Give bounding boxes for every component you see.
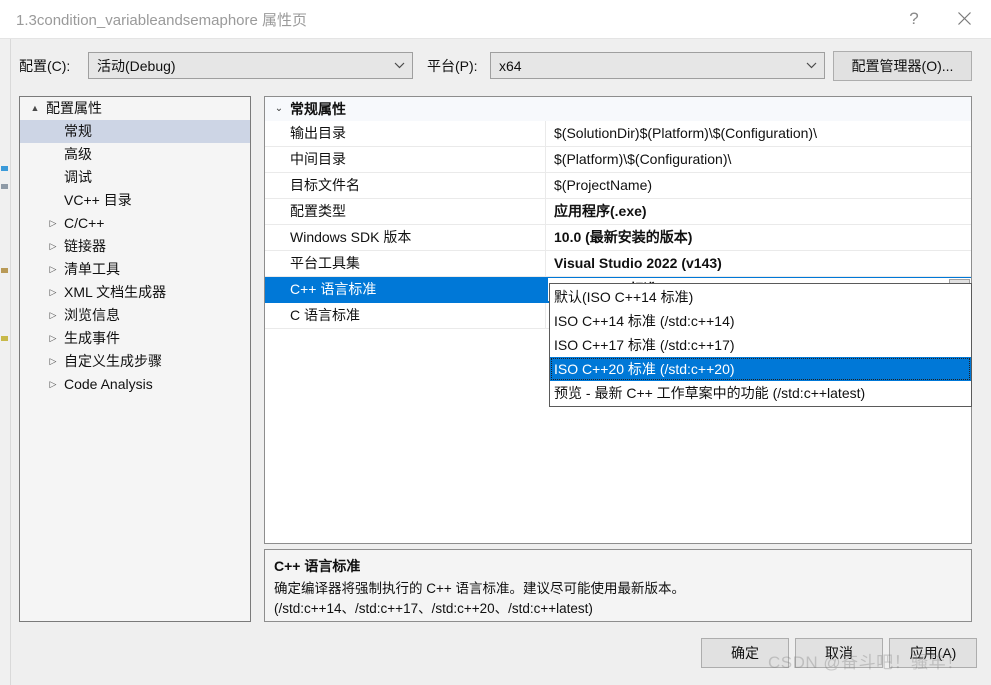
tree-item-12[interactable]: ▷ Code Analysis — [20, 373, 250, 396]
property-row-3[interactable]: 配置类型 应用程序(.exe) — [265, 199, 971, 225]
triangle-collapsed-icon[interactable]: ▷ — [46, 258, 60, 281]
property-value[interactable]: Visual Studio 2022 (v143) — [546, 251, 971, 276]
chevron-down-icon: ⌄ — [274, 103, 284, 114]
property-name: C++ 语言标准 — [265, 277, 546, 302]
editor-edge-artifact — [0, 36, 11, 685]
description-title: C++ 语言标准 — [274, 558, 361, 574]
edge-mark — [1, 336, 8, 341]
property-row-5[interactable]: 平台工具集 Visual Studio 2022 (v143) — [265, 251, 971, 277]
tree-item-4[interactable]: VC++ 目录 — [20, 189, 250, 212]
edge-mark — [1, 184, 8, 189]
ok-button[interactable]: 确定 — [701, 638, 789, 668]
property-row-4[interactable]: Windows SDK 版本 10.0 (最新安装的版本) — [265, 225, 971, 251]
edge-mark — [1, 166, 8, 171]
triangle-collapsed-icon[interactable]: ▷ — [46, 350, 60, 373]
dropdown-option-4[interactable]: 预览 - 最新 C++ 工作草案中的功能 (/std:c++latest) — [550, 381, 971, 405]
property-row-0[interactable]: 输出目录 $(SolutionDir)$(Platform)\$(Configur… — [265, 121, 971, 147]
property-value[interactable]: $(ProjectName) — [546, 173, 971, 198]
property-name: 配置类型 — [265, 199, 546, 224]
configuration-manager-button[interactable]: 配置管理器(O)... — [833, 51, 972, 81]
property-pages-dialog: 1.3condition_variableandsemaphore 属性页 ? … — [0, 0, 991, 685]
chevron-down-icon — [798, 62, 824, 69]
tree-item-9[interactable]: ▷ 浏览信息 — [20, 304, 250, 327]
tree-item-1[interactable]: 常规 — [20, 120, 250, 143]
property-name: 输出目录 — [265, 121, 546, 146]
apply-button[interactable]: 应用(A) — [889, 638, 977, 668]
property-row-2[interactable]: 目标文件名 $(ProjectName) — [265, 173, 971, 199]
tree-item-3[interactable]: 调试 — [20, 166, 250, 189]
platform-combobox[interactable]: x64 — [490, 52, 825, 79]
title-bar: 1.3condition_variableandsemaphore 属性页 ? — [0, 0, 991, 39]
help-button[interactable]: ? — [891, 0, 937, 37]
property-row-1[interactable]: 中间目录 $(Platform)\$(Configuration)\ — [265, 147, 971, 173]
cancel-button[interactable]: 取消 — [795, 638, 883, 668]
triangle-collapsed-icon[interactable]: ▷ — [46, 235, 60, 258]
configuration-bar: 配置(C): 活动(Debug) 平台(P): x64 配置管理器(O)... — [0, 38, 991, 96]
chevron-down-icon — [386, 62, 412, 69]
tree-item-6[interactable]: ▷ 链接器 — [20, 235, 250, 258]
description-body: 确定编译器将强制执行的 C++ 语言标准。建议尽可能使用最新版本。(/std:c… — [274, 581, 686, 616]
property-name: 目标文件名 — [265, 173, 546, 198]
dropdown-option-3[interactable]: ISO C++20 标准 (/std:c++20) — [550, 357, 971, 381]
property-name: Windows SDK 版本 — [265, 225, 546, 250]
property-description-panel: C++ 语言标准 确定编译器将强制执行的 C++ 语言标准。建议尽可能使用最新版… — [264, 549, 972, 622]
close-button[interactable] — [941, 0, 987, 37]
dropdown-option-0[interactable]: 默认(ISO C++14 标准) — [550, 285, 971, 309]
triangle-expanded-icon[interactable]: ▲ — [28, 97, 42, 120]
window-title: 1.3condition_variableandsemaphore 属性页 — [16, 12, 308, 29]
triangle-collapsed-icon[interactable]: ▷ — [46, 304, 60, 327]
configuration-value: 活动(Debug) — [97, 57, 176, 74]
question-mark-icon: ? — [909, 8, 919, 28]
property-name: C 语言标准 — [265, 303, 546, 328]
configuration-properties-tree[interactable]: ▲ 配置属性常规高级调试 VC++ 目录 ▷ C/C++ ▷ 链接器 ▷ 清单工具 ▷ XML 文档… — [19, 96, 251, 622]
property-name: 中间目录 — [265, 147, 546, 172]
property-value[interactable]: 应用程序(.exe) — [546, 199, 971, 224]
triangle-collapsed-icon[interactable]: ▷ — [46, 212, 60, 235]
property-value[interactable]: 10.0 (最新安装的版本) — [546, 225, 971, 250]
tree-item-10[interactable]: ▷ 生成事件 — [20, 327, 250, 350]
platform-label: 平台(P): — [427, 58, 478, 74]
property-value[interactable]: $(Platform)\$(Configuration)\ — [546, 147, 971, 172]
tree-item-label: 调试 — [64, 169, 92, 185]
tree-item-5[interactable]: ▷ C/C++ — [20, 212, 250, 235]
tree-item-2[interactable]: 高级 — [20, 143, 250, 166]
tree-item-label: VC++ 目录 — [64, 192, 132, 208]
triangle-collapsed-icon[interactable]: ▷ — [46, 327, 60, 350]
configuration-label: 配置(C): — [19, 58, 71, 74]
dropdown-option-1[interactable]: ISO C++14 标准 (/std:c++14) — [550, 309, 971, 333]
property-name: 平台工具集 — [265, 251, 546, 276]
property-value[interactable]: $(SolutionDir)$(Platform)\$(Configuratio… — [546, 121, 971, 146]
tree-item-7[interactable]: ▷ 清单工具 — [20, 258, 250, 281]
platform-value: x64 — [499, 57, 522, 74]
close-icon — [957, 12, 971, 25]
tree-item-label: 配置属性 — [46, 100, 102, 116]
tree-item-0[interactable]: ▲ 配置属性 — [20, 97, 250, 120]
edge-mark — [1, 268, 8, 273]
tree-item-label: 高级 — [64, 146, 92, 162]
tree-item-8[interactable]: ▷ XML 文档生成器 — [20, 281, 250, 304]
cpp-language-standard-dropdown-list[interactable]: 默认(ISO C++14 标准) ISO C++14 标准 (/std:c++14… — [549, 283, 972, 407]
category-header-general[interactable]: ⌄ 常规属性 — [265, 97, 971, 121]
configuration-combobox[interactable]: 活动(Debug) — [88, 52, 413, 79]
triangle-collapsed-icon[interactable]: ▷ — [46, 281, 60, 304]
tree-item-11[interactable]: ▷ 自定义生成步骤 — [20, 350, 250, 373]
dropdown-option-2[interactable]: ISO C++17 标准 (/std:c++17) — [550, 333, 971, 357]
triangle-collapsed-icon[interactable]: ▷ — [46, 373, 60, 396]
tree-item-label: 常规 — [64, 123, 92, 139]
